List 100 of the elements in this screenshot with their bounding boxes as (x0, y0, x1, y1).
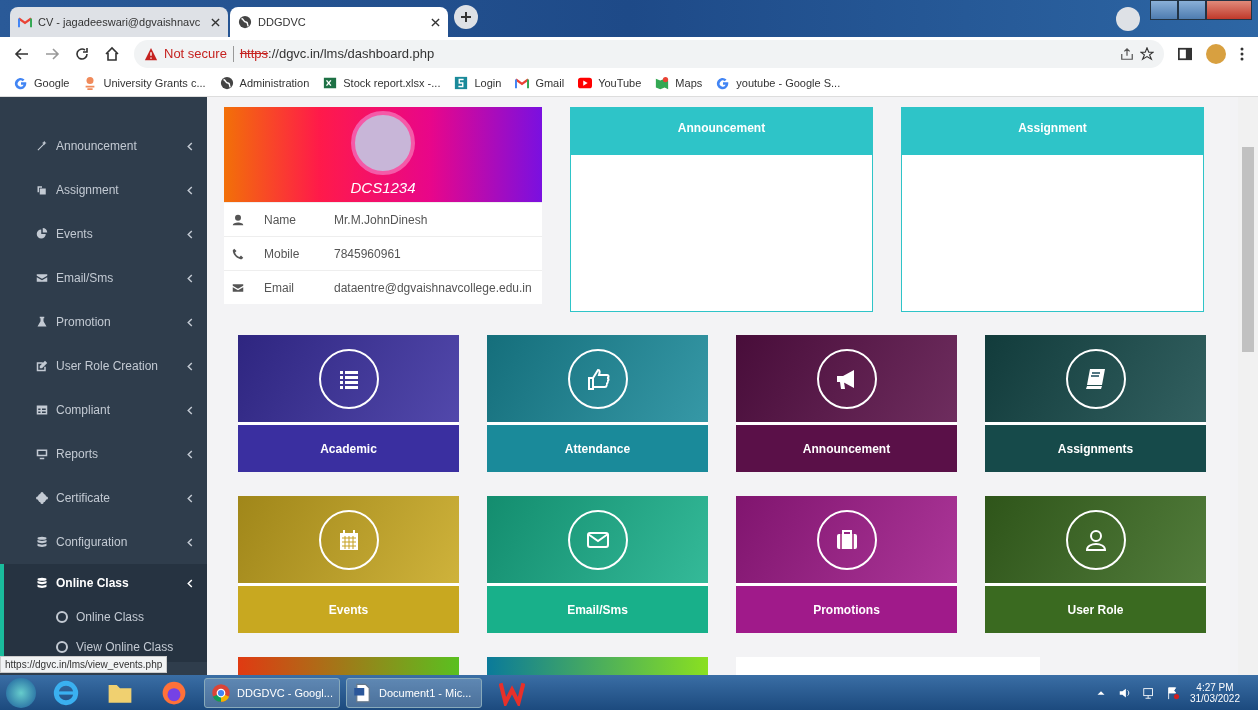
field-label: Name (264, 212, 297, 227)
database-icon (36, 536, 48, 548)
maximize-button[interactable] (1178, 0, 1206, 20)
dashboard-tile[interactable]: Assignments (985, 335, 1206, 472)
edit-icon (36, 360, 48, 372)
star-icon[interactable] (1140, 46, 1154, 61)
user-icon (232, 213, 244, 226)
document-icon (353, 682, 373, 703)
status-tooltip: https://dgvc.in/lms/view_events.php (0, 656, 168, 673)
chevron-left-icon (187, 493, 193, 503)
chevron-left-icon (187, 578, 193, 588)
back-icon[interactable] (14, 45, 30, 62)
google-icon (14, 76, 28, 90)
list-icon (318, 348, 379, 409)
sidebar-item[interactable]: Compliant (0, 388, 207, 432)
bookmark[interactable]: youtube - Google S... (716, 76, 841, 90)
chevron-left-icon (187, 185, 193, 195)
dashboard-tile[interactable]: Academic (238, 335, 459, 472)
sidebar-item[interactable]: User Role Creation (0, 344, 207, 388)
close-icon[interactable] (211, 17, 220, 27)
start-button[interactable] (6, 677, 36, 708)
chevron-left-icon (187, 449, 193, 459)
chevron-left-icon (187, 229, 193, 239)
map-pin-icon (655, 76, 670, 90)
monitor-icon (36, 448, 48, 460)
sidebar-item[interactable]: Announcement (0, 124, 207, 168)
bookmark[interactable]: YouTube (578, 76, 642, 90)
firefox-icon[interactable] (161, 679, 187, 706)
user-id: DCS1234 (350, 179, 416, 196)
warning-icon (144, 46, 158, 61)
sidebar-item[interactable]: Certificate (0, 476, 207, 520)
dashboard-tile[interactable]: Attendance (487, 335, 708, 472)
minimize-button[interactable] (1150, 0, 1178, 20)
plus-icon (460, 11, 472, 23)
side-panel-icon[interactable] (1178, 46, 1192, 61)
forward-icon[interactable] (44, 45, 60, 62)
s-logo-icon (454, 76, 469, 90)
google-icon (716, 76, 731, 90)
sidebar-item[interactable]: Assignment (0, 168, 207, 212)
spreadsheet-icon (323, 76, 338, 90)
bookmark[interactable]: Maps (655, 76, 703, 90)
menu-icon[interactable] (1240, 46, 1244, 61)
envelope-icon (567, 509, 628, 570)
address-bar[interactable]: Not secure https://dgvc.in/lms/dashboard.php (134, 39, 1164, 68)
chevron-left-icon (187, 141, 193, 151)
sidebar-item[interactable]: Configuration (0, 520, 207, 564)
database-icon (36, 577, 48, 589)
bookmark[interactable]: Gmail (515, 76, 565, 90)
book-icon (1065, 348, 1126, 409)
pie-chart-icon (36, 228, 48, 240)
table-icon (36, 404, 48, 416)
sidebar-item[interactable]: Online Class (0, 564, 207, 602)
bookmark[interactable]: Google (14, 76, 70, 90)
chevron-left-icon (187, 537, 193, 547)
browser-tab[interactable]: DDGDVC (230, 7, 448, 37)
sidebar-item[interactable]: Reports (0, 432, 207, 476)
close-icon[interactable] (431, 17, 440, 27)
chevron-left-icon (187, 361, 193, 371)
gmail-icon (18, 15, 32, 29)
bookmark[interactable]: Login (454, 76, 502, 90)
flask-icon (36, 316, 48, 328)
wand-icon (36, 140, 48, 152)
share-icon[interactable] (1120, 46, 1134, 61)
briefcase-icon (816, 509, 877, 570)
envelope-icon (232, 281, 244, 294)
security-warning: Not secure (164, 46, 227, 61)
scrollbar-thumb[interactable] (1242, 147, 1254, 352)
new-tab-button[interactable] (454, 5, 478, 29)
submenu-item[interactable]: Online Class (4, 602, 207, 632)
megaphone-icon (816, 348, 877, 409)
bookmark[interactable]: Administration (219, 76, 310, 90)
gmail-icon (515, 76, 530, 90)
sidebar-item[interactable]: Email/Sms (0, 256, 207, 300)
tab-search-button[interactable] (1116, 6, 1140, 31)
browser-e-icon[interactable] (53, 679, 79, 706)
globe-icon (219, 76, 234, 90)
bookmark[interactable]: Stock report.xlsx -... (323, 76, 441, 90)
reload-icon[interactable] (74, 45, 90, 62)
chrome-icon (211, 682, 231, 703)
sidebar-item[interactable]: Events (0, 212, 207, 256)
taskbar-window-button[interactable]: DDGDVC - Googl... (204, 677, 340, 708)
sidebar-item[interactable]: Promotion (0, 300, 207, 344)
globe-icon (238, 15, 252, 29)
calendar-icon (318, 509, 379, 570)
bookmark[interactable]: University Grants c... (83, 76, 206, 90)
field-label: Email (264, 280, 295, 295)
field-value: Mr.M.JohnDinesh (334, 212, 428, 227)
home-icon[interactable] (104, 45, 120, 62)
dashboard-tile[interactable]: Announcement (736, 335, 957, 472)
clock[interactable]: 4:27 PM 31/03/2022 (1189, 681, 1240, 704)
dashboard-tile[interactable]: Promotions (736, 496, 957, 633)
taskbar-window-button[interactable]: Document1 - Mic... (346, 677, 482, 708)
network-icon[interactable] (1141, 685, 1156, 700)
field-value: 7845960961 (334, 246, 401, 261)
dashboard-tile[interactable]: User Role (985, 496, 1206, 633)
flag-icon[interactable] (1165, 685, 1180, 700)
browser-tab[interactable]: CV - jagadeeswari@dgvaishnavc (10, 7, 228, 37)
phone-icon (232, 247, 244, 260)
user-icon (1065, 509, 1126, 570)
close-button[interactable] (1206, 0, 1252, 20)
